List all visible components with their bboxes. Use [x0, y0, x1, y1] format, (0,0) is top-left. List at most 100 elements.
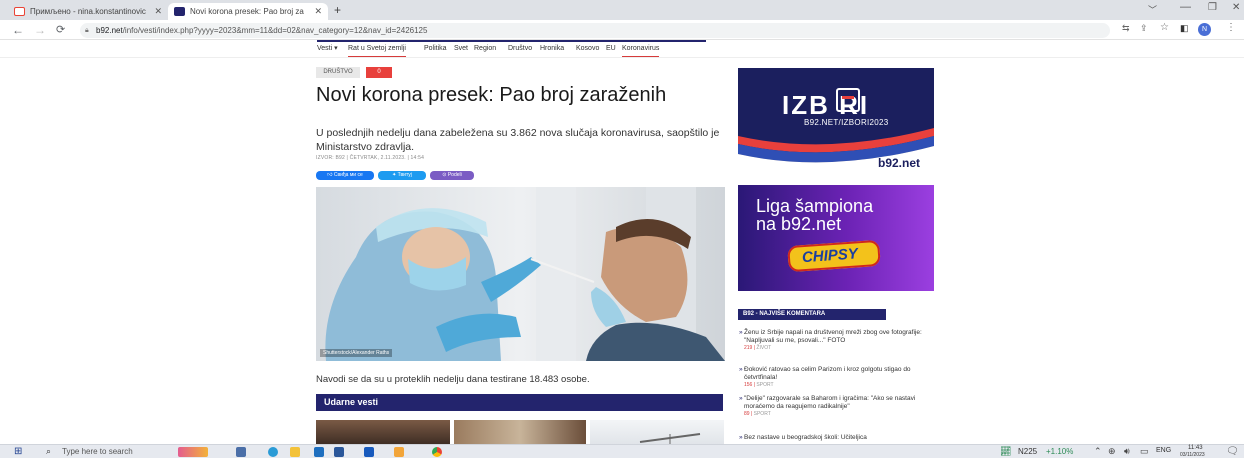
- article-lead: U poslednjih nedelju dana zabeležena su …: [316, 127, 720, 153]
- language-indicator[interactable]: ENG: [1156, 447, 1171, 454]
- ballot-slot: [842, 96, 854, 99]
- comment-list-item[interactable]: » "Delije" razgovarale sa Baharom i igra…: [739, 395, 934, 418]
- nav-item-hronika[interactable]: Hronika: [540, 40, 564, 58]
- tab-title: Novi korona presek: Pao broj za: [190, 7, 304, 16]
- search-icon[interactable]: ⌕: [46, 446, 51, 457]
- share-label: Podeli: [447, 172, 462, 178]
- ad-liga-line1: Liga šampiona: [756, 196, 874, 216]
- article-meta: IZVOR: B92 | ČETVRTAK, 2.11.2023. | 14:5…: [316, 155, 425, 161]
- volume-icon[interactable]: 🔊︎: [1124, 446, 1130, 457]
- close-tab-icon[interactable]: ✕: [154, 3, 162, 20]
- twitter-share-button[interactable]: ✦ Твитуј: [378, 171, 426, 180]
- taskbar-search-field[interactable]: Type here to search: [62, 447, 133, 456]
- comment-item-text: "Delije" razgovarale sa Baharom i igrači…: [744, 395, 916, 410]
- nav-item-eu[interactable]: EU: [606, 40, 616, 58]
- comment-list-item[interactable]: » Bez nastave u beogradskoj školi: Učite…: [739, 434, 934, 442]
- podeli-share-button[interactable]: ⊙ Podeli: [430, 171, 474, 180]
- minimize-icon[interactable]: —: [1180, 1, 1191, 13]
- comment-item-count: 156: [744, 382, 753, 388]
- notification-icon[interactable]: 🗨︎: [1226, 446, 1239, 457]
- tab-search-chevron-icon[interactable]: ﹀: [1148, 3, 1157, 16]
- comment-count-badge[interactable]: 0: [366, 67, 392, 78]
- nav-item-politika[interactable]: Politika: [424, 40, 447, 58]
- nav-item-svet[interactable]: Svet: [454, 40, 468, 58]
- comment-item-text: Đoković ratovao sa celim Parizom i kroz …: [744, 366, 911, 381]
- nav-item-region[interactable]: Region: [474, 40, 496, 58]
- translate-icon[interactable]: ⇆: [1122, 23, 1130, 34]
- category-badge[interactable]: DRUŠTVO: [316, 67, 360, 78]
- back-arrow-icon[interactable]: ←: [12, 22, 24, 38]
- address-toolbar: ← → ⟳ 🔒︎ b92.net/info/vesti/index.php?yy…: [0, 20, 1244, 40]
- izbori-ad-banner[interactable]: IZB RI B92.NET/IZBORI2023 b92.net: [738, 68, 934, 172]
- widgets-icon[interactable]: [178, 447, 208, 457]
- browser-tab-bar: Примљено - nina.konstantinovic ✕ Novi ko…: [0, 0, 1244, 20]
- store-icon[interactable]: [314, 447, 324, 457]
- liga-sampiona-ad-banner[interactable]: Liga šampiona na b92.net CHIPSY: [738, 185, 934, 291]
- profile-avatar[interactable]: N: [1198, 23, 1211, 36]
- comment-item-text: Ženu iz Srbije napali na društvenoj mrež…: [744, 329, 922, 344]
- ticker-symbol[interactable]: N225: [1018, 447, 1037, 456]
- facebook-like-button[interactable]: 👍︎ Свиђа ми се: [316, 171, 374, 180]
- network-icon[interactable]: ⊕: [1108, 446, 1116, 457]
- reload-icon[interactable]: ⟳: [56, 22, 65, 38]
- nav-item-vesti[interactable]: Vesti ▾: [317, 40, 338, 58]
- forward-arrow-icon[interactable]: →: [34, 22, 46, 38]
- share-label: Свиђа ми се: [333, 172, 363, 178]
- clock-date[interactable]: 03/11/2023: [1180, 452, 1205, 458]
- task-view-icon[interactable]: [236, 447, 246, 457]
- close-tab-icon[interactable]: ✕: [314, 3, 322, 20]
- ballot-box-icon: [836, 88, 860, 112]
- comment-list-item[interactable]: » Đoković ratovao sa celim Parizom i kro…: [739, 366, 934, 389]
- crane-icon: [639, 433, 701, 446]
- close-window-icon[interactable]: ✕: [1232, 2, 1240, 13]
- photo-caption: Shutterstock/Alexander Raths: [320, 349, 393, 357]
- comment-list-item[interactable]: » Ženu iz Srbije napali na društvenoj mr…: [739, 329, 934, 352]
- nav-item-kosovo[interactable]: Kosovo: [576, 40, 599, 58]
- chrome-icon[interactable]: [432, 447, 442, 457]
- chipsy-logo: CHIPSY: [787, 239, 881, 273]
- bullet-icon: »: [739, 395, 743, 402]
- nav-item-drustvo[interactable]: Društvo: [508, 40, 532, 58]
- ticker-change: +1.10%: [1046, 447, 1074, 456]
- gmail-icon: [14, 7, 25, 16]
- bookmark-star-icon[interactable]: ☆: [1160, 22, 1169, 33]
- word-icon[interactable]: [334, 447, 344, 457]
- ad-sponsor: CHIPSY: [801, 245, 859, 267]
- url-field[interactable]: 🔒︎ b92.net/info/vesti/index.php?yyyy=202…: [80, 23, 1110, 38]
- b92-favicon-icon: [174, 7, 185, 16]
- clock-time[interactable]: 11:43: [1188, 445, 1203, 451]
- restore-icon[interactable]: ❐: [1208, 2, 1217, 13]
- windows-start-icon[interactable]: ⊞: [14, 446, 22, 457]
- bullet-icon: »: [739, 329, 743, 336]
- windows-taskbar: ⊞ ⌕ Type here to search 📈︎ N225 +1.10% ⌃…: [0, 444, 1244, 458]
- article-body: Navodi se da su u proteklih nedelju dana…: [316, 374, 590, 385]
- battery-icon[interactable]: ▭: [1140, 446, 1149, 457]
- new-tab-button[interactable]: +: [334, 3, 341, 17]
- menu-kebab-icon[interactable]: ⋮: [1226, 22, 1236, 33]
- article-photo: Shutterstock/Alexander Raths: [316, 187, 725, 361]
- like-thumb-icon: 👍︎: [327, 172, 334, 178]
- most-comments-header: B92 - NAJVIŠE KOMENTARA: [738, 309, 886, 320]
- sidepanel-icon[interactable]: ◧: [1180, 23, 1189, 34]
- folder-icon[interactable]: [394, 447, 404, 457]
- comment-item-count: 219: [744, 345, 753, 351]
- news-thumbnail[interactable]: [454, 420, 586, 446]
- tray-chevron-icon[interactable]: ⌃: [1094, 446, 1102, 457]
- browser-tab-gmail[interactable]: Примљено - nina.konstantinovic ✕: [8, 3, 168, 20]
- stock-chart-icon: 📈︎: [1000, 446, 1012, 456]
- nav-item-rat[interactable]: Rat u Svetoj zemlji: [348, 42, 406, 57]
- tab-title: Примљено - nina.konstantinovic: [30, 7, 146, 16]
- comment-item-section: SPORT: [753, 411, 771, 417]
- news-thumbnail[interactable]: [590, 420, 724, 446]
- outlook-icon[interactable]: [364, 447, 374, 457]
- news-thumbnail[interactable]: [316, 420, 450, 446]
- ad-liga-line2: na b92.net: [756, 214, 842, 234]
- comment-item-section: ŽIVOT: [756, 345, 772, 351]
- url-host: b92.net: [96, 26, 123, 35]
- nav-item-koronavirus[interactable]: Koronavirus: [622, 42, 660, 57]
- browser-tab-b92[interactable]: Novi korona presek: Pao broj za ✕: [168, 3, 328, 20]
- file-explorer-icon[interactable]: [290, 447, 300, 457]
- edge-icon[interactable]: [268, 447, 278, 457]
- share-label: Твитуј: [397, 172, 412, 178]
- share-icon[interactable]: ⇪: [1140, 23, 1148, 34]
